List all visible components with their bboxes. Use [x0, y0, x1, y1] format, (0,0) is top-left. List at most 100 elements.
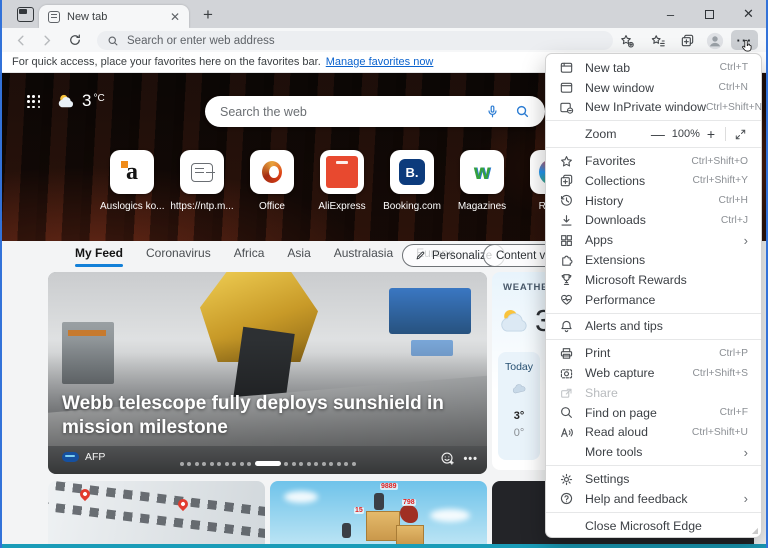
menu-item-alerts-and-tips[interactable]: Alerts and tips — [546, 317, 761, 337]
apps-grid-icon[interactable] — [27, 95, 40, 108]
collections-icon[interactable] — [677, 31, 697, 50]
carousel-dot[interactable] — [322, 462, 326, 466]
shortcut-magazines[interactable]: wMagazines — [450, 150, 514, 212]
shortcut-https-ntp-m[interactable]: https://ntp.m... — [170, 150, 234, 212]
minimize-button[interactable]: – — [651, 0, 690, 28]
carousel-dots[interactable] — [48, 461, 487, 466]
carousel-dot[interactable] — [187, 462, 191, 466]
feed-tab-africa[interactable]: Africa — [234, 246, 265, 260]
zoom-out-button[interactable]: — — [647, 127, 669, 141]
menu-item-label: Performance — [585, 293, 748, 307]
menu-item-label: More tools — [585, 445, 744, 459]
menu-resize-handle[interactable]: ◢ — [752, 526, 758, 535]
forecast-today[interactable]: Today3°0° — [498, 352, 540, 460]
maximize-button[interactable] — [690, 0, 729, 28]
carousel-dot[interactable] — [210, 462, 214, 466]
menu-item-more-tools[interactable]: More tools› — [546, 442, 761, 462]
maximize-icon — [705, 10, 714, 19]
collections-icon — [558, 173, 574, 189]
menu-item-zoom[interactable]: Zoom—100%+ — [546, 124, 761, 144]
favorites-icon — [558, 153, 574, 169]
manage-favorites-link[interactable]: Manage favorites now — [326, 56, 434, 68]
menu-item-new-inprivate-window[interactable]: New InPrivate windowCtrl+Shift+N — [546, 98, 761, 118]
carousel-dot[interactable] — [344, 462, 348, 466]
weather-chip[interactable]: 3 °C — [56, 91, 105, 111]
shortcut-office[interactable]: Office — [240, 150, 304, 212]
favorite-add-icon[interactable] — [617, 31, 637, 50]
news-card-traffic[interactable] — [48, 481, 265, 548]
smiley-reaction-icon[interactable] — [440, 451, 455, 466]
menu-item-print[interactable]: PrintCtrl+P — [546, 343, 761, 363]
feed-tab-australasia[interactable]: Australasia — [334, 246, 393, 260]
tab-actions-icon[interactable] — [17, 7, 34, 22]
address-bar[interactable]: Search or enter web address — [97, 31, 613, 50]
card-more-icon[interactable]: ••• — [463, 453, 478, 465]
web-search-box[interactable]: Search the web — [205, 96, 545, 127]
carousel-dot[interactable] — [195, 462, 199, 466]
menu-item-microsoft-rewards[interactable]: Microsoft Rewards — [546, 270, 761, 290]
mic-icon[interactable] — [485, 104, 500, 119]
menu-item-settings[interactable]: Settings — [546, 469, 761, 489]
menu-item-new-window[interactable]: New windowCtrl+N — [546, 78, 761, 98]
carousel-dot[interactable] — [202, 462, 206, 466]
shortcut-auslogics-ko[interactable]: aAuslogics ko... — [100, 150, 164, 212]
menu-item-label: New window — [585, 81, 719, 95]
carousel-dot[interactable] — [225, 462, 229, 466]
menu-item-collections[interactable]: CollectionsCtrl+Shift+Y — [546, 171, 761, 191]
menu-item-performance[interactable]: Performance — [546, 290, 761, 310]
menu-item-close-microsoft-edge[interactable]: Close Microsoft Edge — [546, 516, 761, 536]
tab-close-icon[interactable]: ✕ — [170, 11, 180, 23]
favorites-hub-icon[interactable] — [648, 31, 668, 50]
menu-item-help-and-feedback[interactable]: Help and feedback› — [546, 489, 761, 509]
carousel-dot[interactable] — [247, 462, 251, 466]
carousel-dot[interactable] — [337, 462, 341, 466]
feed-tab-coronavirus[interactable]: Coronavirus — [146, 246, 211, 260]
back-icon[interactable] — [11, 31, 29, 49]
refresh-icon[interactable] — [66, 31, 84, 49]
menu-item-shortcut: Ctrl+F — [720, 407, 748, 418]
menu-item-read-aloud[interactable]: Read aloudCtrl+Shift+U — [546, 423, 761, 443]
menu-item-extensions[interactable]: Extensions — [546, 250, 761, 270]
carousel-dot[interactable] — [232, 462, 236, 466]
menu-item-downloads[interactable]: DownloadsCtrl+J — [546, 211, 761, 231]
carousel-dot[interactable] — [314, 462, 318, 466]
carousel-dot[interactable] — [284, 462, 288, 466]
menu-item-web-capture[interactable]: Web captureCtrl+Shift+S — [546, 363, 761, 383]
hero-headline[interactable]: Webb telescope fully deploys sunshield i… — [62, 392, 476, 441]
shortcut-label: Office — [259, 201, 285, 212]
menu-item-apps[interactable]: Apps› — [546, 230, 761, 250]
browser-tab[interactable]: New tab ✕ — [39, 5, 189, 28]
carousel-dot[interactable] — [180, 462, 184, 466]
shortcut-booking-com[interactable]: B.Booking.com — [380, 150, 444, 212]
new-tab-button[interactable]: + — [197, 4, 219, 26]
menu-item-shortcut: Ctrl+Shift+S — [692, 368, 748, 379]
menu-item-favorites[interactable]: FavoritesCtrl+Shift+O — [546, 151, 761, 171]
carousel-dot[interactable] — [217, 462, 221, 466]
profile-avatar[interactable] — [705, 31, 725, 50]
feed-tab-asia[interactable]: Asia — [287, 246, 310, 260]
menu-item-find-on-page[interactable]: Find on pageCtrl+F — [546, 403, 761, 423]
menu-item-label: Collections — [585, 174, 692, 188]
search-icon[interactable] — [515, 104, 530, 119]
menu-item-new-tab[interactable]: New tabCtrl+T — [546, 58, 761, 78]
zoom-in-button[interactable]: + — [703, 127, 719, 141]
forward-icon[interactable] — [38, 31, 56, 49]
carousel-dot[interactable] — [307, 462, 311, 466]
menu-item-history[interactable]: HistoryCtrl+H — [546, 191, 761, 211]
game-ad-card[interactable]: 9889 798 15 — [270, 481, 487, 548]
carousel-dot[interactable] — [299, 462, 303, 466]
feed-tab-my-feed[interactable]: My Feed — [75, 246, 123, 260]
carousel-dot-active[interactable] — [255, 461, 281, 466]
hero-news-card[interactable]: Webb telescope fully deploys sunshield i… — [48, 272, 487, 474]
forecast-high: 3° — [514, 410, 525, 422]
close-button[interactable]: ✕ — [729, 0, 768, 28]
carousel-dot[interactable] — [292, 462, 296, 466]
settings-and-more-menu: New tabCtrl+TNew windowCtrl+NNew InPriva… — [545, 53, 762, 538]
carousel-dot[interactable] — [352, 462, 356, 466]
fullscreen-icon[interactable] — [732, 126, 748, 142]
menu-item-label: Close Microsoft Edge — [585, 519, 748, 533]
menu-separator — [546, 147, 761, 148]
shortcut-aliexpress[interactable]: AliExpress — [310, 150, 374, 212]
carousel-dot[interactable] — [240, 462, 244, 466]
carousel-dot[interactable] — [329, 462, 333, 466]
